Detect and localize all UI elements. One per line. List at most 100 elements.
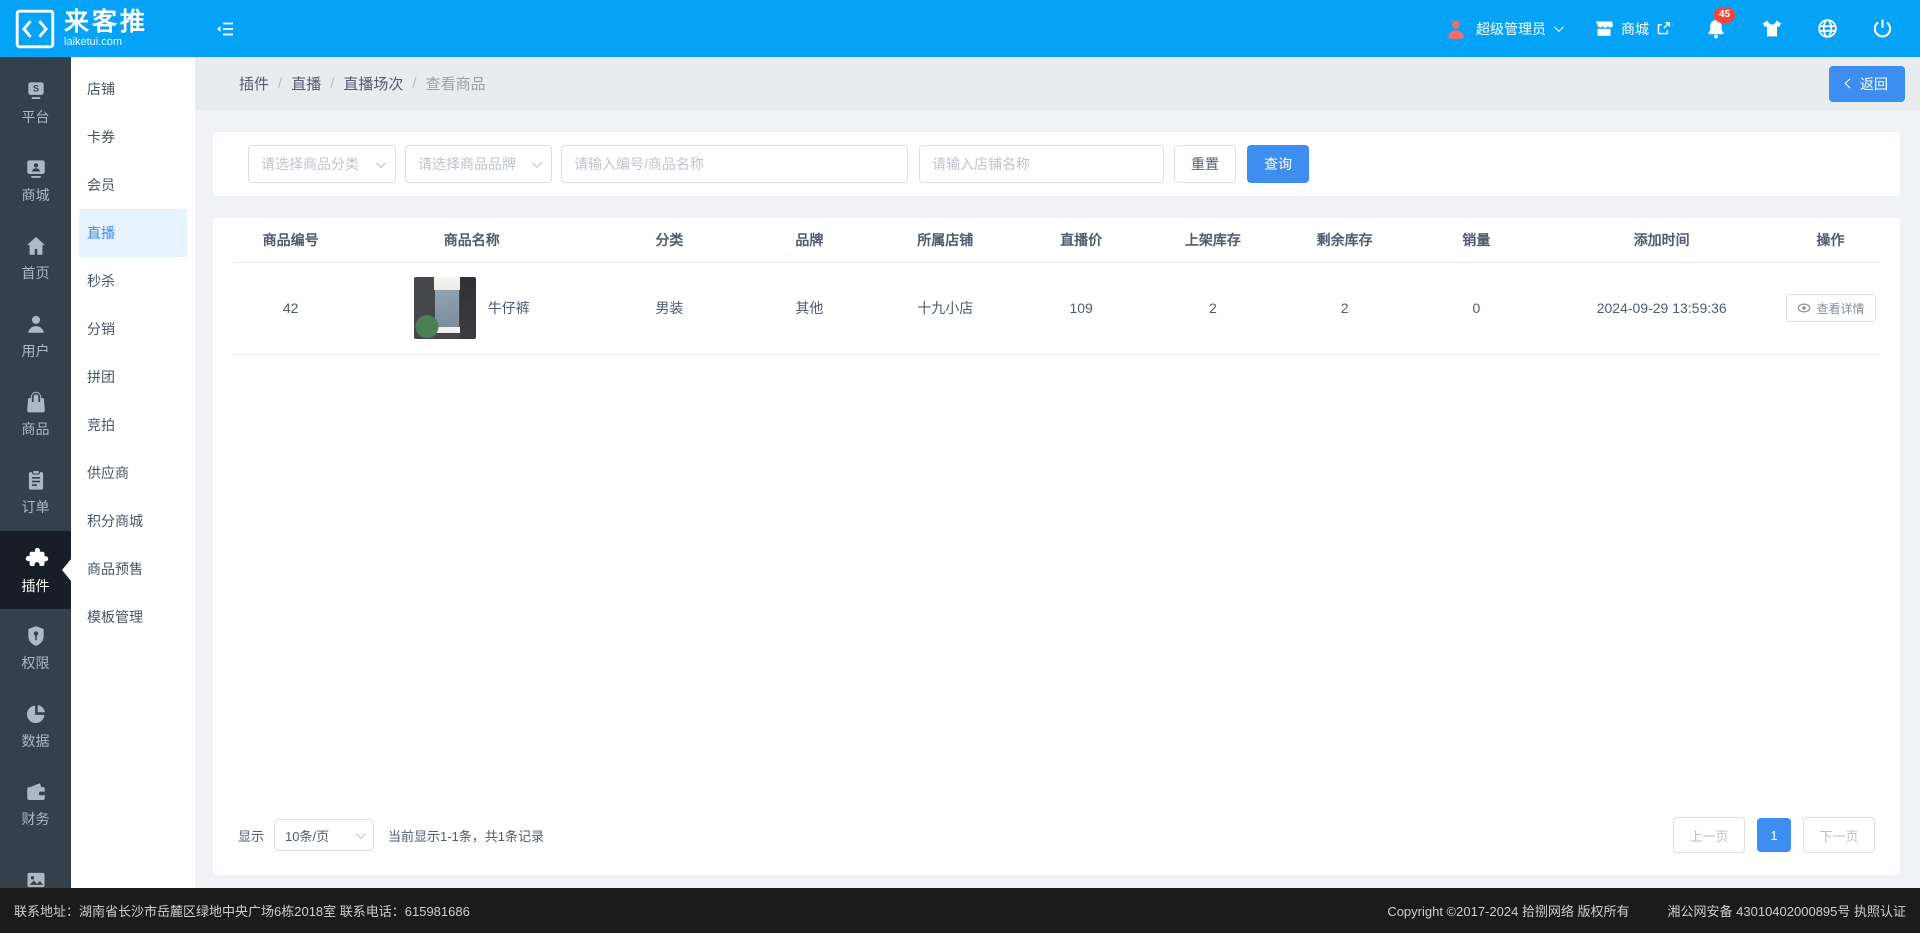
primary-nav-data[interactable]: 数据 bbox=[0, 687, 71, 765]
prev-page-button[interactable]: 上一页 bbox=[1673, 817, 1745, 853]
page-size-select[interactable]: 10条/页 bbox=[274, 819, 374, 851]
language-button[interactable] bbox=[1816, 17, 1839, 40]
search-button[interactable]: 查询 bbox=[1247, 145, 1309, 183]
app-root: 来客推 laiketui.com 超级管理员 bbox=[0, 0, 1920, 933]
col-product-id: 商品编号 bbox=[233, 218, 348, 262]
cell-actions: 查看详情 bbox=[1781, 262, 1880, 354]
shop-name-input[interactable] bbox=[919, 145, 1164, 183]
primary-sidebar: S 平台 商城 首页 bbox=[0, 57, 71, 888]
top-header: 来客推 laiketui.com 超级管理员 bbox=[0, 0, 1920, 57]
svg-text:S: S bbox=[32, 83, 38, 93]
globe-icon bbox=[1816, 17, 1839, 40]
primary-nav-mall[interactable]: 商城 bbox=[0, 141, 71, 219]
reset-button[interactable]: 重置 bbox=[1174, 145, 1236, 183]
col-added-time: 添加时间 bbox=[1542, 218, 1781, 262]
primary-nav-label: 平台 bbox=[22, 107, 50, 127]
logout-button[interactable] bbox=[1871, 17, 1894, 40]
secondary-nav-distribution[interactable]: 分销 bbox=[79, 305, 187, 353]
app-domain: laiketui.com bbox=[64, 36, 148, 48]
secondary-sidebar: 店铺 卡券 会员 直播 秒杀 分销 拼团 竞拍 供应商 积分商城 商品预售 模板… bbox=[71, 57, 195, 888]
logo-brackets-icon bbox=[15, 9, 55, 49]
footer-right: Copyright ©2017-2024 拾捌网络 版权所有 湘公网安备 430… bbox=[1387, 901, 1906, 920]
breadcrumb: 插件 / 直播 / 直播场次 / 查看商品 bbox=[239, 73, 486, 94]
view-detail-label: 查看详情 bbox=[1817, 300, 1865, 317]
chevron-left-icon bbox=[1845, 79, 1855, 89]
pagination-controls: 上一页 1 下一页 bbox=[1673, 817, 1875, 853]
chevron-down-icon bbox=[1554, 22, 1564, 32]
secondary-nav-shops[interactable]: 店铺 bbox=[79, 65, 187, 113]
mall-icon bbox=[24, 156, 48, 180]
secondary-nav-label: 模板管理 bbox=[87, 607, 143, 627]
back-button[interactable]: 返回 bbox=[1829, 66, 1905, 102]
brand-select-placeholder: 请选择商品品牌 bbox=[418, 154, 516, 174]
main-content: 插件 / 直播 / 直播场次 / 查看商品 返回 请选择商品分类 bbox=[195, 57, 1920, 888]
breadcrumb-item-live[interactable]: 直播 bbox=[291, 73, 321, 94]
shop-decoration-button[interactable] bbox=[1760, 17, 1784, 41]
table-header-row: 商品编号 商品名称 分类 品牌 所属店铺 直播价 上架库存 剩余库存 销量 添加… bbox=[233, 218, 1880, 262]
permission-icon bbox=[24, 624, 48, 648]
external-link-icon bbox=[1655, 20, 1672, 37]
col-brand: 品牌 bbox=[744, 218, 876, 262]
table-row: 42 牛仔裤 男装 其他 十九小店 109 2 bbox=[233, 262, 1880, 354]
secondary-nav-coupons[interactable]: 卡券 bbox=[79, 113, 187, 161]
primary-nav-media[interactable] bbox=[0, 843, 71, 888]
col-live-price: 直播价 bbox=[1015, 218, 1147, 262]
secondary-nav-auction[interactable]: 竞拍 bbox=[79, 401, 187, 449]
next-page-button[interactable]: 下一页 bbox=[1803, 817, 1875, 853]
goods-table-card: 商品编号 商品名称 分类 品牌 所属店铺 直播价 上架库存 剩余库存 销量 添加… bbox=[213, 218, 1900, 875]
cell-product-id: 42 bbox=[233, 262, 348, 354]
product-name-text: 牛仔裤 bbox=[488, 298, 530, 318]
goods-table: 商品编号 商品名称 分类 品牌 所属店铺 直播价 上架库存 剩余库存 销量 添加… bbox=[233, 218, 1880, 355]
primary-nav-label: 用户 bbox=[22, 341, 50, 361]
primary-nav-plugins[interactable]: 插件 bbox=[0, 531, 71, 609]
plugin-icon bbox=[23, 545, 49, 571]
tshirt-icon bbox=[1760, 17, 1784, 41]
mall-link[interactable]: 商城 bbox=[1593, 18, 1672, 40]
keyword-input[interactable] bbox=[561, 145, 908, 183]
secondary-nav-presale[interactable]: 商品预售 bbox=[79, 545, 187, 593]
notifications-button[interactable]: 45 bbox=[1704, 17, 1728, 41]
notification-badge: 45 bbox=[1714, 7, 1735, 23]
brand-select[interactable]: 请选择商品品牌 bbox=[405, 145, 552, 183]
eye-icon bbox=[1797, 302, 1811, 314]
breadcrumb-item-live-sessions[interactable]: 直播场次 bbox=[343, 73, 403, 94]
breadcrumb-item-plugins[interactable]: 插件 bbox=[239, 73, 269, 94]
breadcrumb-separator: / bbox=[278, 75, 282, 92]
cell-category: 男装 bbox=[595, 262, 743, 354]
product-image[interactable] bbox=[414, 277, 476, 339]
cell-remaining-stock: 2 bbox=[1279, 262, 1411, 354]
secondary-nav-members[interactable]: 会员 bbox=[79, 161, 187, 209]
user-name: 超级管理员 bbox=[1476, 19, 1546, 39]
view-detail-button[interactable]: 查看详情 bbox=[1786, 294, 1876, 322]
primary-nav-label: 商城 bbox=[22, 185, 50, 205]
secondary-nav-templates[interactable]: 模板管理 bbox=[79, 593, 187, 641]
primary-nav-users[interactable]: 用户 bbox=[0, 297, 71, 375]
secondary-nav-label: 直播 bbox=[87, 223, 115, 243]
secondary-nav-flashsale[interactable]: 秒杀 bbox=[79, 257, 187, 305]
secondary-nav-groupbuy[interactable]: 拼团 bbox=[79, 353, 187, 401]
current-page-button[interactable]: 1 bbox=[1757, 818, 1791, 852]
primary-nav-goods[interactable]: 商品 bbox=[0, 375, 71, 453]
primary-nav-permissions[interactable]: 权限 bbox=[0, 609, 71, 687]
primary-nav-finance[interactable]: 财务 bbox=[0, 765, 71, 843]
secondary-nav-label: 积分商城 bbox=[87, 511, 143, 531]
category-select[interactable]: 请选择商品分类 bbox=[248, 145, 396, 183]
cell-listed-stock: 2 bbox=[1147, 262, 1279, 354]
pagination-summary: 当前显示1-1条，共1条记录 bbox=[388, 826, 544, 845]
back-button-label: 返回 bbox=[1860, 74, 1888, 94]
footer-license[interactable]: 湘公网安备 43010402000895号 执照认证 bbox=[1668, 901, 1906, 920]
secondary-nav-suppliers[interactable]: 供应商 bbox=[79, 449, 187, 497]
store-icon bbox=[1593, 18, 1615, 40]
user-menu[interactable]: 超级管理员 bbox=[1444, 17, 1561, 41]
breadcrumb-bar: 插件 / 直播 / 直播场次 / 查看商品 返回 bbox=[195, 57, 1920, 110]
primary-nav-label: 商品 bbox=[22, 419, 50, 439]
collapse-sidebar-icon[interactable] bbox=[214, 18, 236, 40]
secondary-nav-points-mall[interactable]: 积分商城 bbox=[79, 497, 187, 545]
logo[interactable]: 来客推 laiketui.com bbox=[0, 9, 200, 49]
primary-nav-platform[interactable]: S 平台 bbox=[0, 63, 71, 141]
primary-nav-label: 财务 bbox=[22, 809, 50, 829]
primary-nav-orders[interactable]: 订单 bbox=[0, 453, 71, 531]
primary-nav-home[interactable]: 首页 bbox=[0, 219, 71, 297]
filter-bar: 请选择商品分类 请选择商品品牌 重置 查询 bbox=[213, 132, 1900, 196]
secondary-nav-live[interactable]: 直播 bbox=[79, 209, 187, 257]
